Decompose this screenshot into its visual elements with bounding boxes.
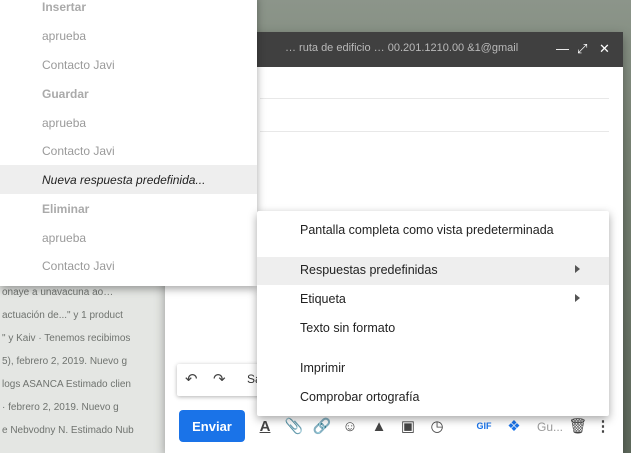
delete-item-aprueba[interactable]: aprueba (42, 231, 86, 245)
expand-icon[interactable]: ⤢ (577, 40, 587, 58)
bg-line: actuación de..." y 1 product (2, 310, 123, 321)
menu-item-label-tag[interactable]: Etiqueta (257, 286, 609, 314)
chevron-right-icon (575, 265, 580, 273)
menu-item-fullscreen-default[interactable]: Pantalla completa como vista predetermin… (257, 217, 609, 245)
menu-item-spellcheck[interactable]: Comprobar ortografía (257, 384, 609, 412)
save-item-aprueba[interactable]: aprueba (42, 116, 86, 130)
attach-icon[interactable]: 📎 (283, 415, 305, 437)
gif-icon[interactable]: GIF (473, 415, 495, 437)
insert-item-contacto-javi[interactable]: Contacto Javi (42, 58, 115, 72)
save-item-contacto-javi[interactable]: Contacto Javi (42, 144, 115, 158)
link-icon[interactable]: 🔗 (311, 415, 333, 437)
predefined-responses-submenu: Insertar aprueba Contacto Javi Guardar a… (0, 0, 257, 286)
bg-line: " y Kaiv · Tenemos recibimos (2, 333, 131, 344)
save-header: Guardar (42, 87, 89, 101)
menu-item-plain-text[interactable]: Texto sin formato (257, 315, 609, 343)
photo-icon[interactable]: ▣ (397, 415, 419, 437)
recipients-divider (260, 98, 609, 99)
confidential-icon[interactable]: ◷ (426, 415, 448, 437)
drive-icon[interactable]: ▲ (368, 415, 390, 437)
menu-item-label: Imprimir (300, 361, 346, 375)
menu-item-print[interactable]: Imprimir (257, 355, 609, 383)
subject-divider (260, 131, 609, 132)
insert-item-aprueba[interactable]: aprueba (42, 29, 86, 43)
delete-draft-icon[interactable]: 🗑 (567, 415, 589, 437)
more-options-menu: Pantalla completa como vista predetermin… (257, 211, 609, 416)
close-icon[interactable]: ✕ (599, 40, 610, 58)
more-options-icon[interactable]: ⋮ (592, 415, 614, 437)
emoji-icon[interactable]: ☺ (339, 415, 361, 437)
minimize-icon[interactable]: — (556, 40, 569, 58)
bg-line: onaye a unavacuna ao… (2, 287, 114, 298)
bg-line: · febrero 2, 2019. Nuevo g (2, 402, 119, 413)
redo-icon[interactable]: ↷ (213, 370, 226, 388)
delete-item-contacto-javi[interactable]: Contacto Javi (42, 259, 115, 273)
send-button[interactable]: Enviar (179, 410, 245, 442)
text-format-icon[interactable]: A (254, 415, 276, 437)
chevron-right-icon (575, 294, 580, 302)
new-predefined-response[interactable]: Nueva respuesta predefinida... (42, 173, 205, 187)
bg-line: e Nebvodny N. Estimado Nub (2, 425, 134, 436)
insert-header: Insertar (42, 0, 87, 14)
undo-icon[interactable]: ↶ (185, 370, 198, 388)
menu-item-predefined-responses[interactable]: Respuestas predefinidas (257, 257, 609, 285)
menu-item-label: Etiqueta (300, 292, 346, 306)
compose-title: … ruta de edificio … 00.201.1210.00 &1@g… (285, 42, 519, 54)
truncated-addon-label[interactable]: Gu... (537, 420, 563, 434)
bg-line: logs ASANCA Estimado clien (2, 379, 131, 390)
menu-item-label: Respuestas predefinidas (300, 263, 438, 277)
menu-item-label: Pantalla completa como vista predetermin… (300, 223, 554, 237)
menu-item-label: Comprobar ortografía (300, 390, 420, 404)
background-message-list: onaye a unavacuna ao… actuación de..." y… (0, 285, 165, 453)
dropbox-icon[interactable]: ❖ (503, 415, 525, 437)
menu-item-label: Texto sin formato (300, 321, 396, 335)
gif-label: GIF (476, 421, 492, 431)
bg-line: 5), febrero 2, 2019. Nuevo g (2, 356, 128, 367)
delete-header: Eliminar (42, 202, 90, 216)
